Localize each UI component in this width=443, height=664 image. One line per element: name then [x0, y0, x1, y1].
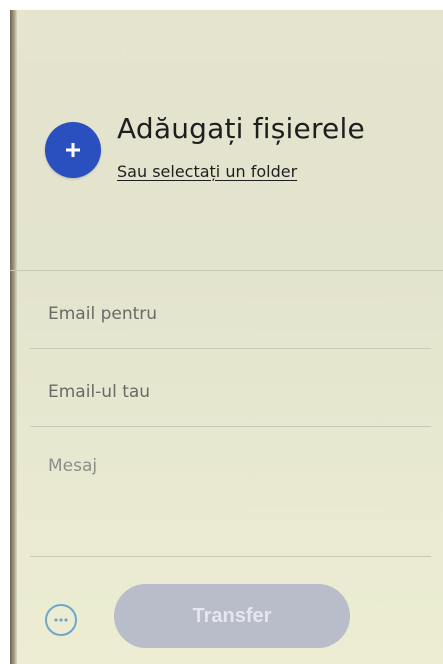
add-files-title[interactable]: Adăugați fișierele: [117, 112, 365, 145]
transfer-panel: Adăugați fișierele Sau selectați un fold…: [10, 10, 443, 664]
add-files-button[interactable]: [45, 122, 101, 178]
plus-icon: [66, 143, 80, 157]
message-field[interactable]: Mesaj: [48, 456, 97, 476]
divider: [10, 270, 443, 271]
divider: [30, 426, 431, 427]
select-folder-link[interactable]: Sau selectați un folder: [117, 162, 297, 181]
panel-edge: [10, 10, 17, 664]
divider: [30, 556, 431, 557]
more-options-icon: [54, 618, 68, 622]
email-to-field[interactable]: Email pentru: [48, 304, 157, 324]
transfer-button[interactable]: Transfer: [114, 584, 350, 648]
more-options-button[interactable]: [45, 604, 77, 636]
email-from-field[interactable]: Email-ul tau: [48, 382, 150, 402]
divider: [30, 348, 431, 349]
